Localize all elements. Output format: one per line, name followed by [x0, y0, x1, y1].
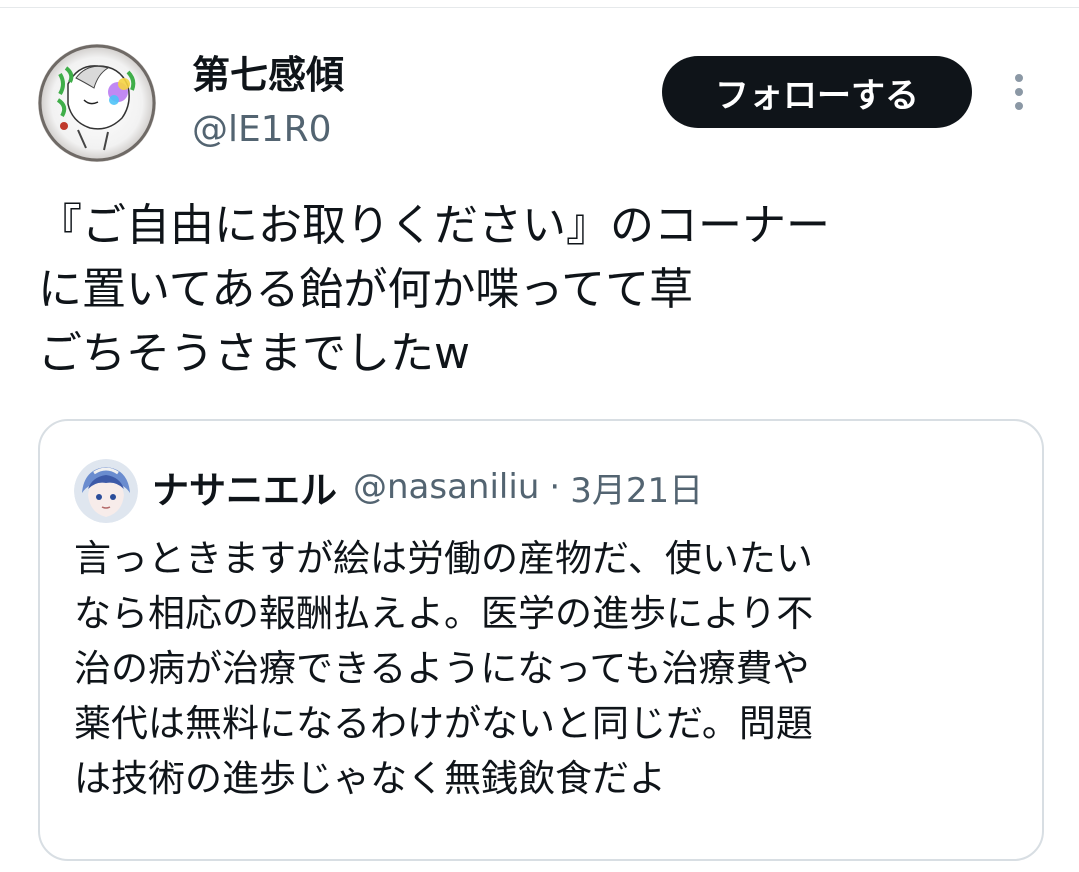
- quoted-tweet-header: ナサニエル @nasaniliu · 3月21日: [152, 457, 703, 517]
- tweet-text-line: に置いてある飴が何か喋ってて草: [38, 264, 694, 315]
- quoted-tweet-date[interactable]: 3月21日: [570, 463, 703, 512]
- tweet-text-line: 『ご自由にお取りください』のコーナー: [38, 200, 830, 251]
- quoted-text-line: 言っときますが絵は労働の産物だ、使いたい: [74, 537, 813, 580]
- more-options-button[interactable]: [1004, 70, 1034, 114]
- top-divider: [0, 0, 1079, 8]
- quoted-author-avatar[interactable]: [74, 459, 138, 523]
- quoted-text-line: 薬代は無料になるわけがないと同じだ。問題: [74, 702, 813, 745]
- quoted-tweet-card[interactable]: ナサニエル @nasaniliu · 3月21日 言っときますが絵は労働の産物だ…: [38, 419, 1044, 861]
- quoted-tweet-text: 言っときますが絵は労働の産物だ、使いたい なら相応の報酬払えよ。医学の進歩により…: [74, 531, 1024, 806]
- quoted-text-line: 治の病が治療できるようになっても治療費や: [74, 647, 810, 690]
- more-vertical-icon: [1015, 74, 1023, 110]
- header-separator: ·: [549, 467, 561, 507]
- profile-avatar-icon: [38, 44, 156, 162]
- tweet-text-line: ごちそうさまでしたw: [38, 328, 470, 379]
- author-avatar[interactable]: [38, 44, 156, 162]
- tweet-text: 『ご自由にお取りください』のコーナー に置いてある飴が何か喋ってて草 ごちそうさ…: [38, 194, 1058, 386]
- author-handle[interactable]: @lE1R0: [192, 108, 332, 152]
- quoted-text-line: は技術の進歩じゃなく無銭飲食だよ: [74, 757, 666, 800]
- quoted-avatar-icon: [74, 459, 138, 523]
- follow-button[interactable]: フォローする: [662, 56, 972, 128]
- author-display-name[interactable]: 第七感傾: [192, 52, 344, 98]
- quoted-author-name[interactable]: ナサニエル: [152, 460, 337, 514]
- quoted-text-line: なら相応の報酬払えよ。医学の進歩により不: [74, 592, 814, 635]
- quoted-author-handle[interactable]: @nasaniliu: [353, 467, 539, 507]
